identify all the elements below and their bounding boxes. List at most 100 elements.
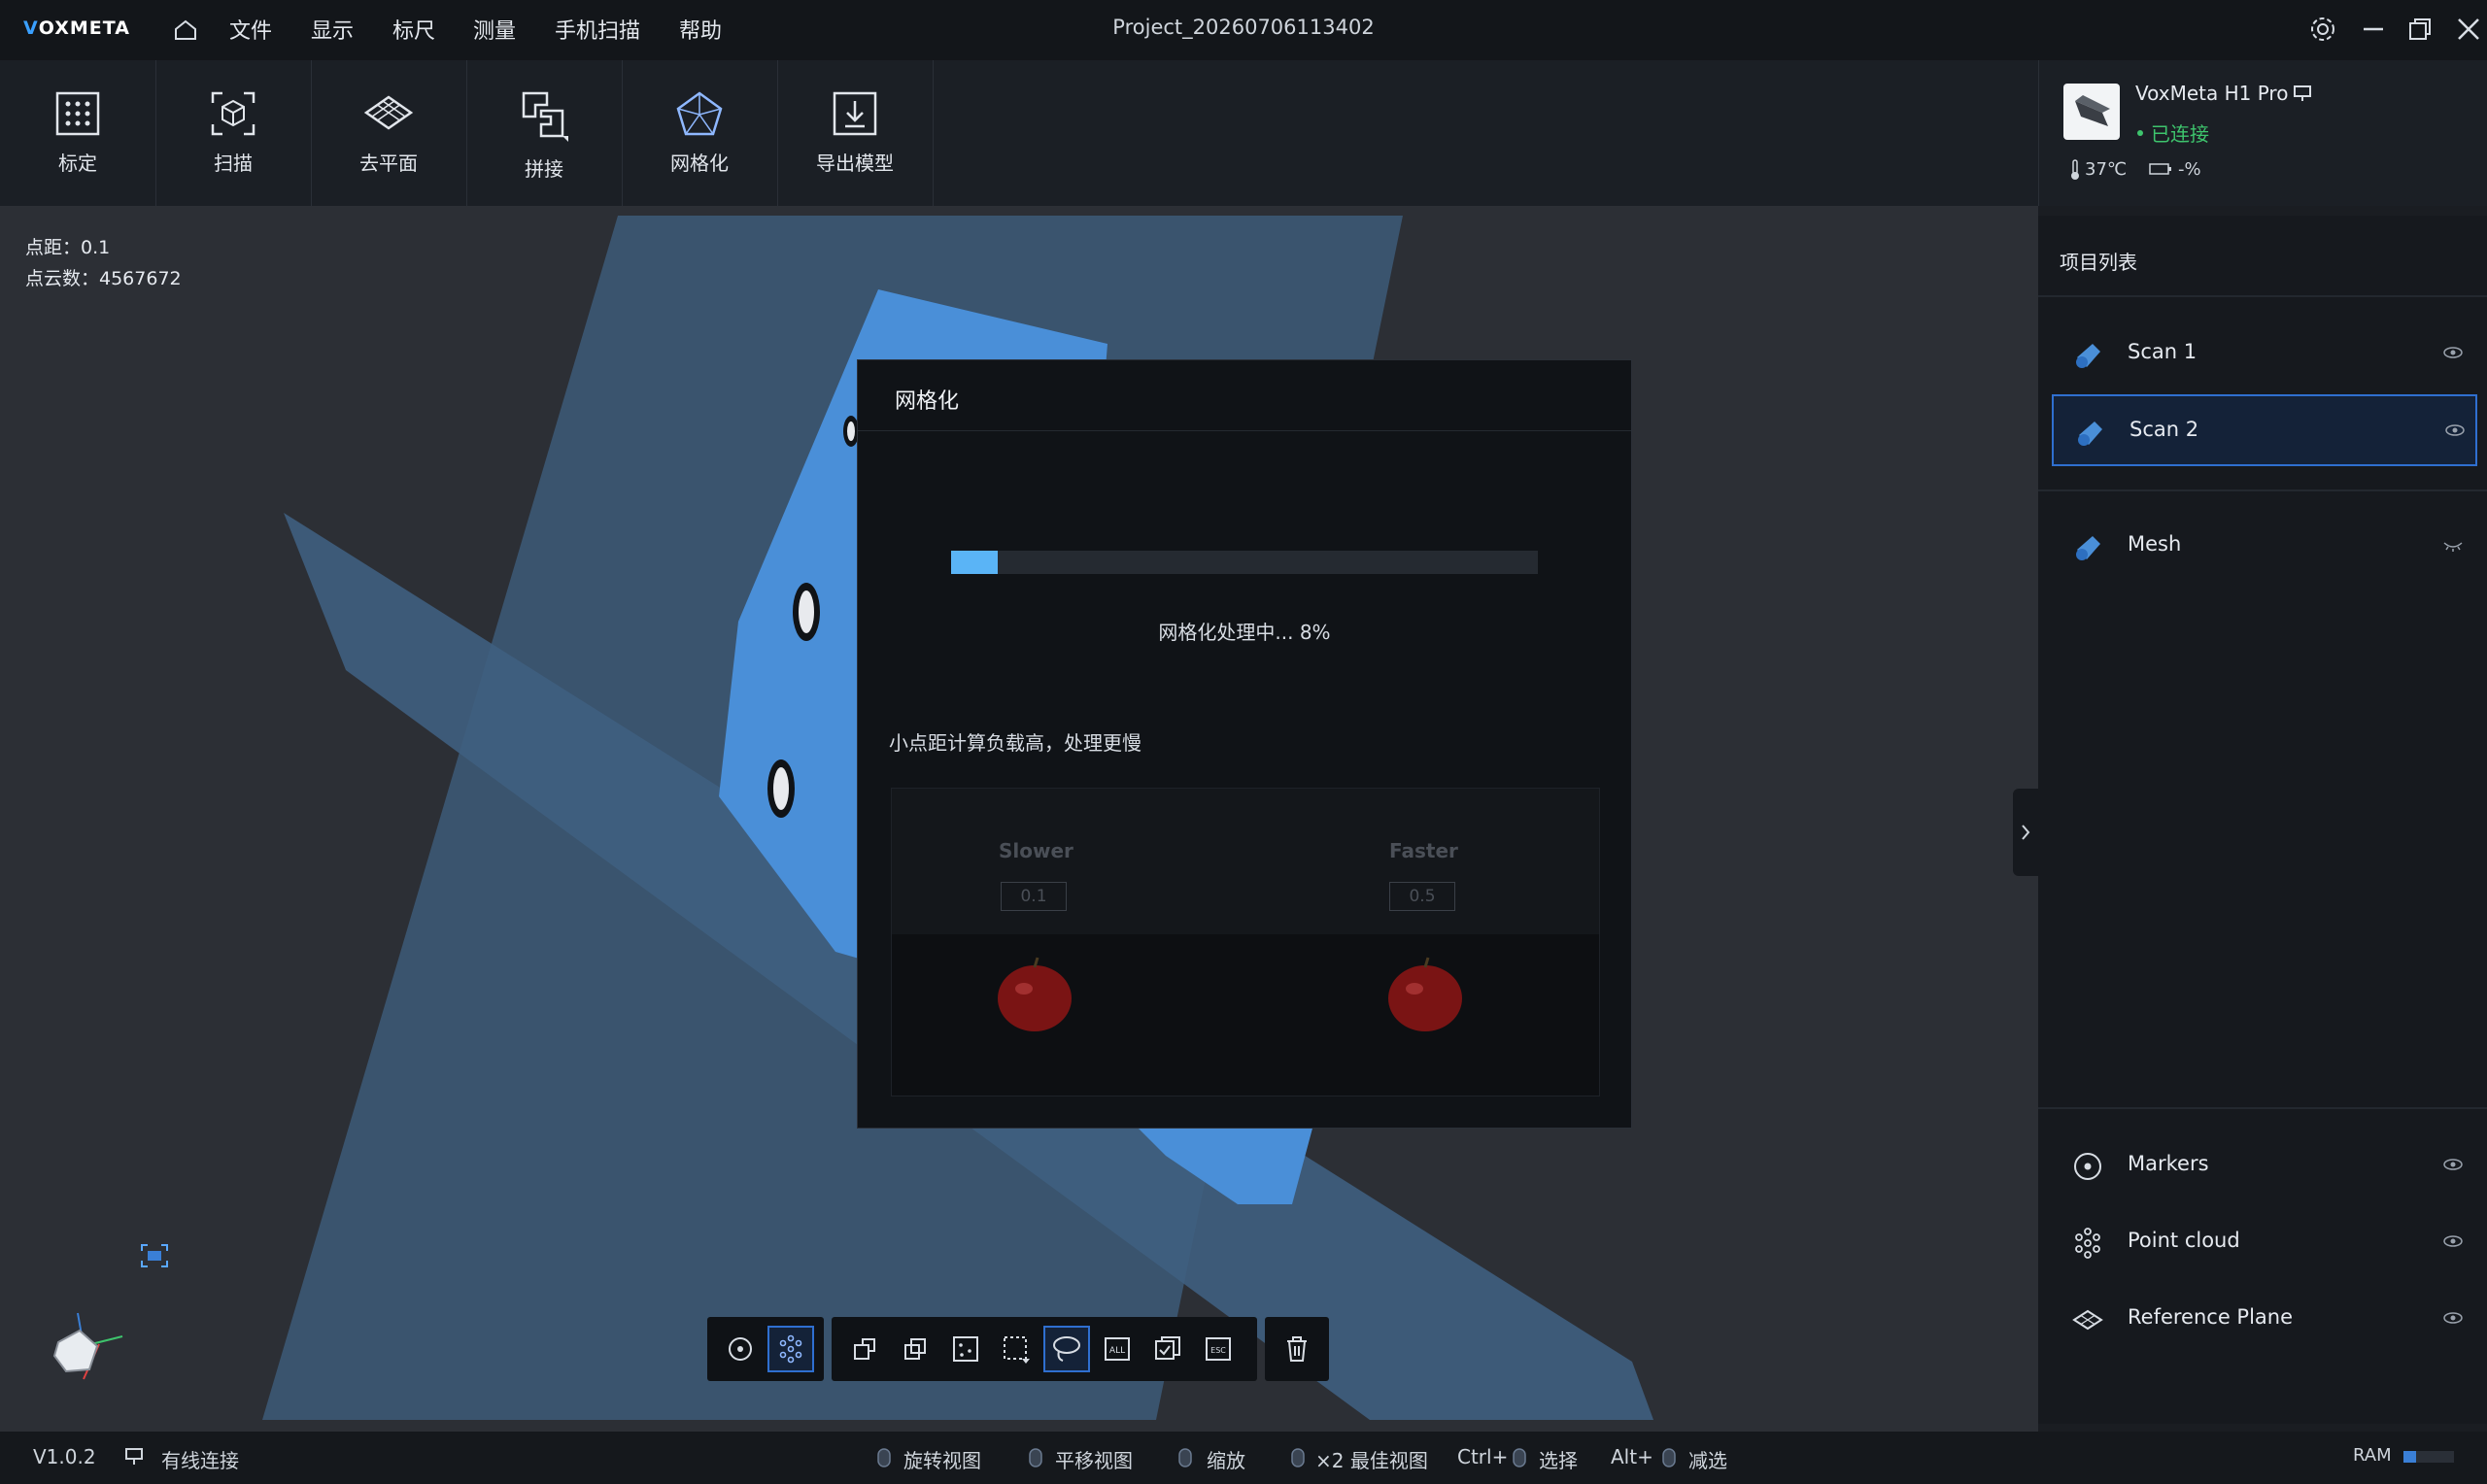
chevron-right-icon (2022, 825, 2030, 840)
point-cloud-icon (2071, 1227, 2104, 1264)
project-item-scan-2[interactable]: Scan 2 (2052, 394, 2477, 466)
calibration-grid-icon (55, 91, 100, 136)
meshing-dialog: 网格化 网格化处理中... 8% 小点距计算负载高，处理更慢 Slower 0.… (857, 359, 1632, 1129)
point-count-readout: 点云数：4567672 (25, 268, 182, 289)
panel-divider (2038, 489, 2487, 491)
trash-icon[interactable] (1274, 1326, 1320, 1372)
apple-faster-icon (1383, 952, 1467, 1039)
project-item-name: Mesh (2128, 532, 2182, 556)
svg-text:ESC: ESC (1210, 1346, 1226, 1355)
device-status: 已连接 (2151, 122, 2209, 146)
axis-gizmo-icon[interactable] (45, 1307, 132, 1399)
hint-best-view: ×2 最佳视图 (1315, 1449, 1428, 1472)
lasso-select-icon[interactable] (1043, 1326, 1090, 1372)
hint-zoom: 缩放 (1207, 1449, 1245, 1472)
project-title: Project_20260706113402 (1112, 16, 1375, 39)
app-version: V1.0.2 (33, 1445, 96, 1468)
selection-toolbar: ALL ESC (832, 1317, 1257, 1381)
ram-usage-fill (2403, 1451, 2416, 1463)
marker-mode-icon[interactable] (717, 1326, 764, 1372)
minimize-icon[interactable] (2359, 15, 2388, 48)
dialog-header (858, 360, 1631, 431)
panel-collapse-tab[interactable] (2013, 789, 2038, 876)
select-visible-icon[interactable] (892, 1326, 938, 1372)
scan-object-icon (2071, 338, 2104, 375)
speed-comparison-image: Slower 0.1 Faster 0.5 (891, 788, 1600, 1096)
select-through-icon[interactable] (841, 1326, 888, 1372)
layer-point-cloud[interactable]: Point cloud (2052, 1207, 2473, 1279)
progress-text: 网格化处理中... 8% (1158, 621, 1331, 644)
device-name: VoxMeta H1 Pro (2135, 82, 2289, 105)
tool-export-model[interactable]: 导出模型 (777, 60, 934, 206)
tool-scan-label: 扫描 (214, 152, 253, 175)
eye-closed-icon[interactable] (2442, 537, 2464, 556)
rect-select-icon[interactable] (993, 1326, 1039, 1372)
device-temperature: 37℃ (2085, 159, 2128, 180)
mouse-right-icon (1028, 1447, 1043, 1472)
device-link-icon (2293, 84, 2314, 107)
tool-stitch[interactable]: 拼接 (466, 60, 623, 206)
select-points-icon[interactable] (942, 1326, 989, 1372)
stitch-icon (522, 91, 568, 142)
project-item-name: Scan 1 (2128, 340, 2197, 363)
faster-value: 0.5 (1389, 882, 1455, 911)
svg-text:ALL: ALL (1109, 1346, 1125, 1356)
settings-gear-icon[interactable] (2308, 15, 2337, 48)
layer-name: Point cloud (2128, 1229, 2240, 1252)
slower-value: 0.1 (1001, 882, 1067, 911)
project-item-mesh[interactable]: Mesh (2052, 511, 2473, 583)
eye-icon[interactable] (2442, 1233, 2464, 1253)
wired-connection-icon (124, 1447, 148, 1470)
eye-icon[interactable] (2442, 1310, 2464, 1330)
panel-divider (2038, 295, 2487, 297)
remove-plane-icon (363, 95, 414, 130)
scan-object-icon (2073, 416, 2106, 453)
eye-icon[interactable] (2442, 345, 2464, 364)
hint-pan: 平移视图 (1055, 1449, 1133, 1472)
dialog-hint: 小点距计算负载高，处理更慢 (889, 731, 1141, 755)
hint-deselect: 减选 (1688, 1449, 1727, 1472)
slower-label: Slower (999, 839, 1073, 862)
battery-icon (2149, 161, 2172, 181)
restore-window-icon[interactable] (2405, 15, 2435, 48)
point-spacing-readout: 点距：0.1 (25, 237, 111, 258)
delete-toolbar (1265, 1317, 1329, 1381)
tool-scan[interactable]: 扫描 (155, 60, 312, 206)
tool-remove-plane[interactable]: 去平面 (311, 60, 467, 206)
connection-status: 有线连接 (161, 1449, 239, 1472)
layer-name: Markers (2128, 1152, 2209, 1175)
select-all-icon[interactable]: ALL (1094, 1326, 1141, 1372)
invert-select-icon[interactable] (1144, 1326, 1191, 1372)
cancel-select-icon[interactable]: ESC (1195, 1326, 1242, 1372)
view-mode-toolbar (707, 1317, 824, 1381)
tool-stitch-label: 拼接 (525, 157, 563, 181)
hint-rotate: 旋转视图 (903, 1449, 981, 1472)
tool-calibrate[interactable]: 标定 (0, 60, 156, 206)
close-window-icon[interactable] (2454, 15, 2483, 48)
project-item-name: Scan 2 (2129, 418, 2199, 441)
tool-remove-plane-label: 去平面 (359, 152, 418, 175)
apple-slower-icon (993, 952, 1076, 1039)
layer-markers[interactable]: Markers (2052, 1130, 2473, 1202)
device-thumbnail (2063, 84, 2120, 140)
mesh-object-icon (2071, 530, 2104, 567)
panel-divider (2038, 1107, 2487, 1109)
project-item-scan-1[interactable]: Scan 1 (2052, 319, 2473, 390)
thermometer-icon (2069, 159, 2081, 185)
eye-icon[interactable] (2444, 422, 2466, 442)
ram-usage-bar (2403, 1451, 2454, 1463)
select-key: Ctrl+ (1457, 1445, 1509, 1468)
mouse-left-icon (876, 1447, 892, 1472)
eye-icon[interactable] (2442, 1157, 2464, 1176)
fit-view-icon[interactable] (140, 1243, 169, 1272)
ram-label: RAM (2353, 1445, 2392, 1466)
layer-reference-plane[interactable]: Reference Plane (2052, 1284, 2473, 1356)
scan-cube-icon (211, 91, 256, 136)
faster-label: Faster (1389, 839, 1458, 862)
reference-plane-icon (2071, 1303, 2104, 1340)
tool-mesh[interactable]: 网格化 (622, 60, 778, 206)
connected-dot-icon (2137, 130, 2143, 136)
marker-target-icon (2071, 1150, 2104, 1187)
deselect-key: Alt+ (1611, 1445, 1653, 1468)
point-cloud-mode-icon[interactable] (767, 1326, 814, 1372)
